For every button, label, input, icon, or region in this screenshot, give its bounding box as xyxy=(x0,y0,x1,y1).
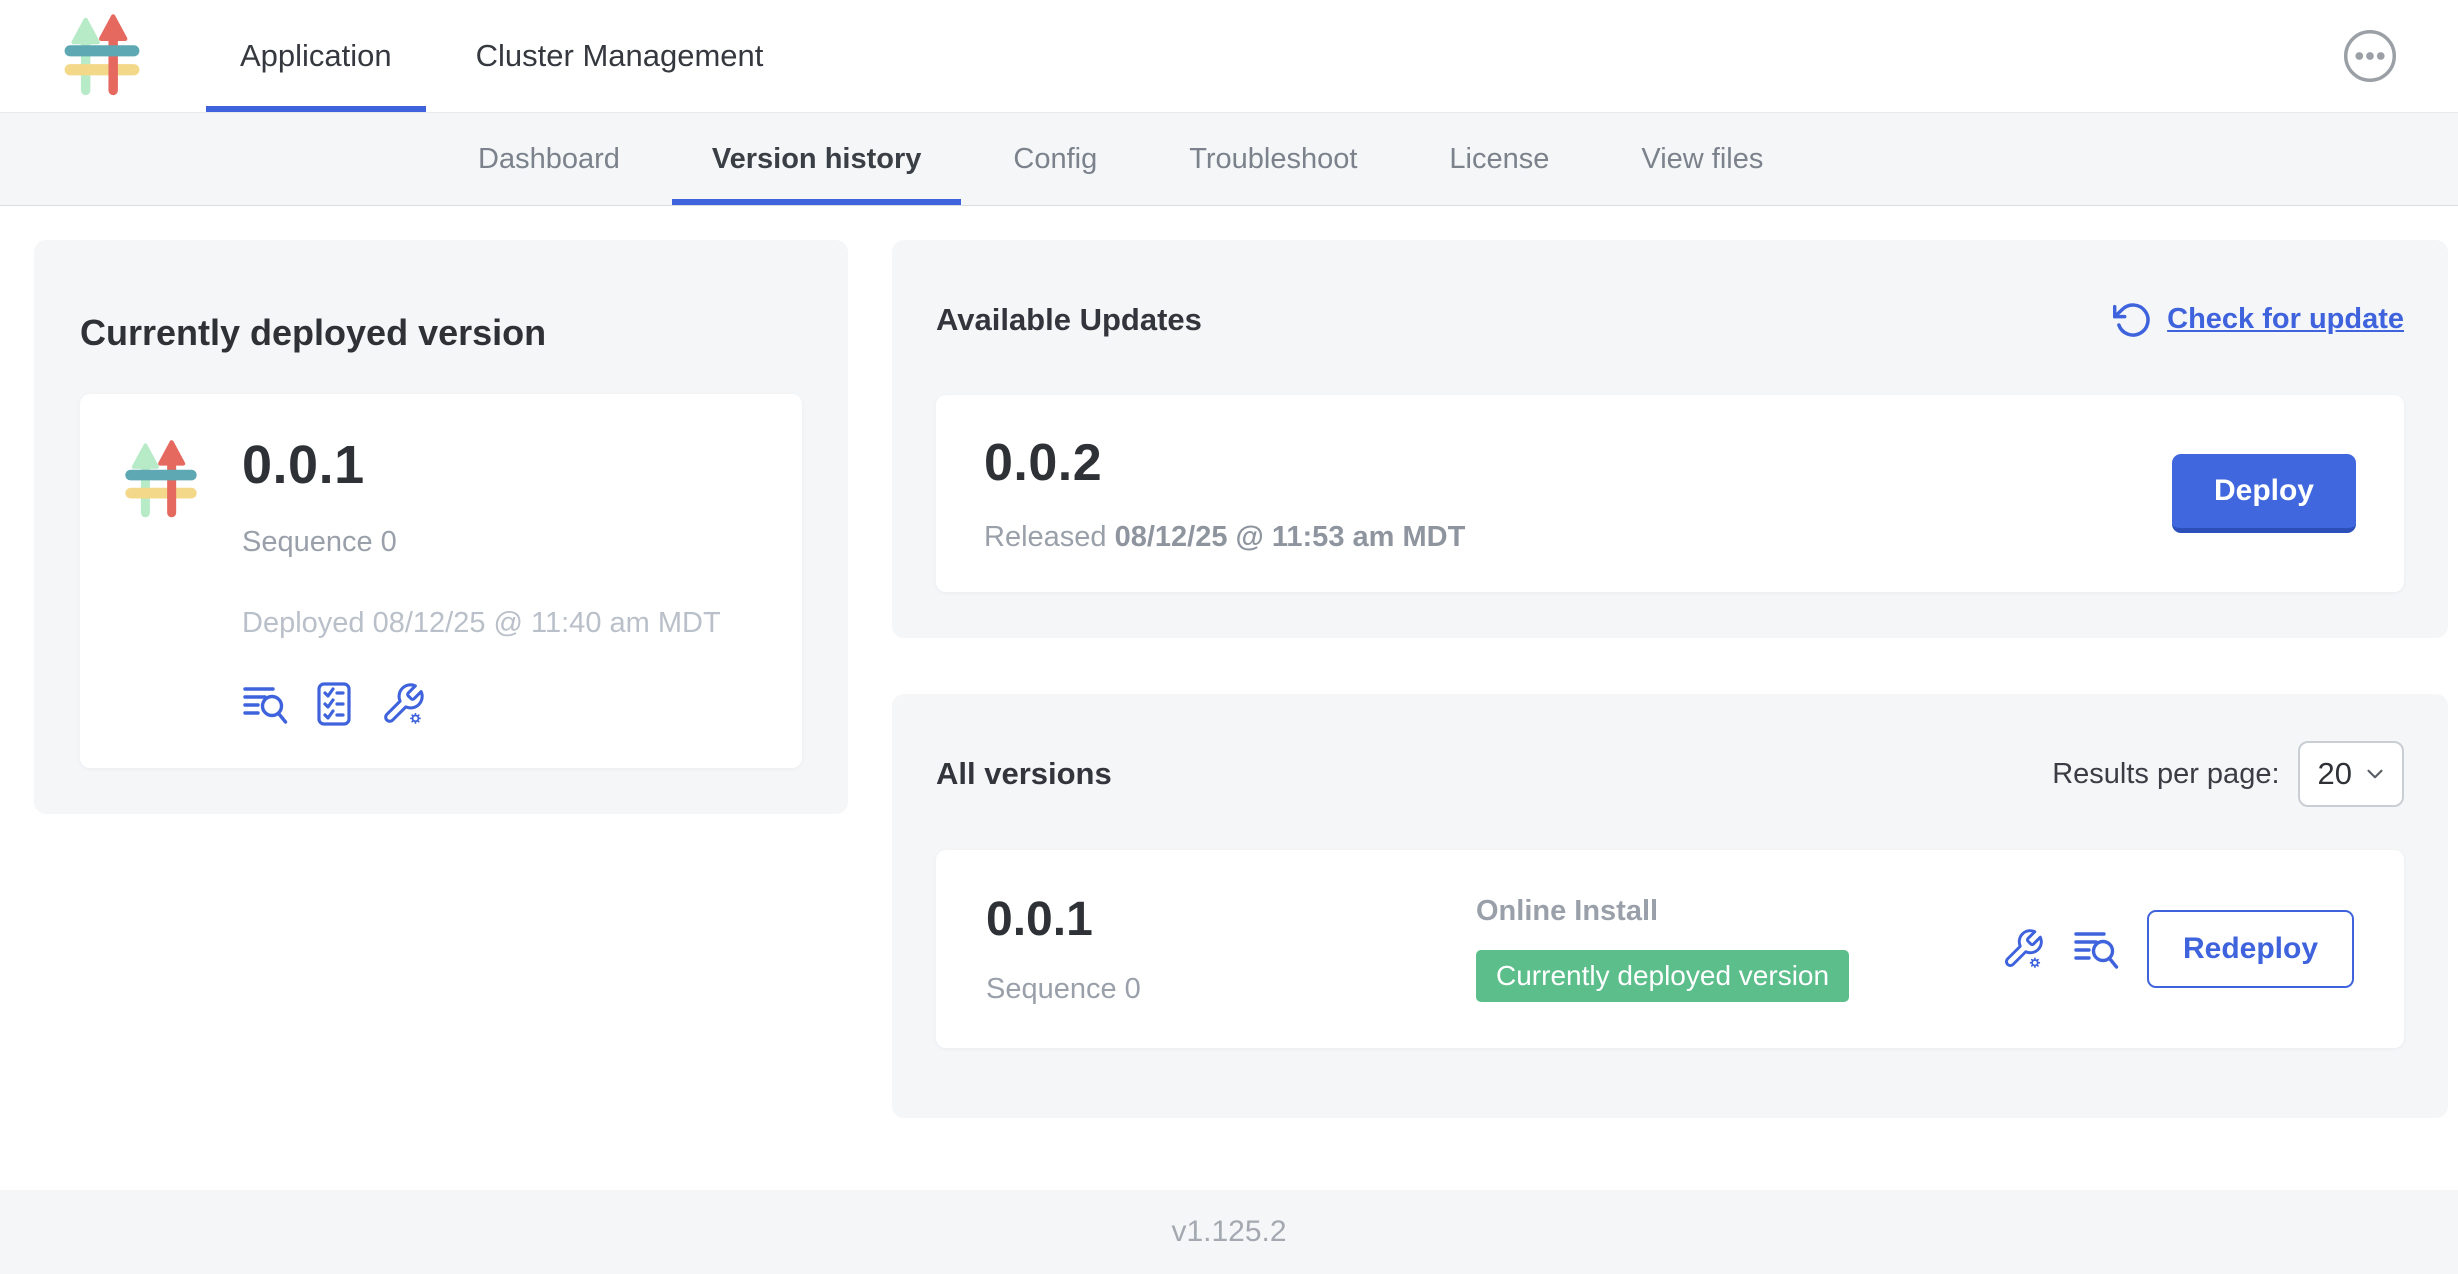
refresh-ccw-icon xyxy=(2113,300,2153,340)
update-released-timestamp: Released 08/12/25 @ 11:53 am MDT xyxy=(984,521,1465,554)
available-updates-title: Available Updates xyxy=(936,302,1202,338)
row-view-logs-button[interactable] xyxy=(2073,927,2119,971)
subnav-tab-version-history[interactable]: Version history xyxy=(666,113,968,205)
app-logo[interactable] xyxy=(58,0,146,112)
currently-deployed-card: Currently deployed version 0.0.1 Sequenc… xyxy=(34,240,848,814)
all-versions-card: All versions Results per page: 20 xyxy=(892,694,2448,1117)
view-logs-button[interactable] xyxy=(242,682,288,726)
row-sequence: Sequence 0 xyxy=(986,973,1476,1006)
currently-deployed-title: Currently deployed version xyxy=(80,312,802,354)
ellipsis-icon xyxy=(2342,72,2398,87)
check-for-update-label: Check for update xyxy=(2167,303,2404,336)
top-nav-tabs: Application Cluster Management xyxy=(198,0,805,112)
preflight-checks-button[interactable] xyxy=(312,680,356,728)
app-sub-nav: Dashboard Version history Config Trouble… xyxy=(0,113,2458,206)
row-install-type: Online Install xyxy=(1476,895,2001,928)
tab-application[interactable]: Application xyxy=(198,0,434,112)
wrench-gear-icon xyxy=(2001,959,2045,974)
row-version-number: 0.0.1 xyxy=(986,892,1476,947)
deployed-timestamp: Deployed 08/12/25 @ 11:40 am MDT xyxy=(242,607,721,640)
more-menu-button[interactable] xyxy=(2342,28,2398,84)
redeploy-button[interactable]: Redeploy xyxy=(2147,910,2354,988)
results-per-page-value: 20 xyxy=(2318,756,2352,792)
currently-deployed-badge: Currently deployed version xyxy=(1476,950,1849,1002)
released-label: Released xyxy=(984,521,1107,553)
deployed-version-panel: 0.0.1 Sequence 0 Deployed 08/12/25 @ 11:… xyxy=(80,394,802,768)
available-updates-card: Available Updates Check for update 0.0.2 xyxy=(892,240,2448,638)
check-for-update-link[interactable]: Check for update xyxy=(2113,300,2404,340)
wrench-gear-icon xyxy=(380,715,426,730)
app-logo-arrows-icon xyxy=(120,430,202,728)
released-date: 08/12/25 @ 11:53 am MDT xyxy=(1115,521,1466,553)
checklist-icon xyxy=(312,716,356,731)
log-lines-magnifier-icon xyxy=(2073,959,2119,974)
subnav-tab-view-files[interactable]: View files xyxy=(1595,113,1809,205)
deploy-button[interactable]: Deploy xyxy=(2172,454,2356,533)
results-per-page-select[interactable]: 20 xyxy=(2298,741,2404,807)
all-versions-title: All versions xyxy=(936,756,1112,792)
top-nav: Application Cluster Management xyxy=(0,0,2458,113)
subnav-tab-config[interactable]: Config xyxy=(967,113,1143,205)
row-edit-config-button[interactable] xyxy=(2001,927,2045,971)
tab-cluster-management[interactable]: Cluster Management xyxy=(434,0,806,112)
version-row: 0.0.1 Sequence 0 Online Install Currentl… xyxy=(936,850,2404,1048)
deployed-version-number: 0.0.1 xyxy=(242,434,721,496)
deployed-sequence: Sequence 0 xyxy=(242,526,721,559)
app-logo-arrows-icon xyxy=(58,13,146,99)
chevron-down-icon xyxy=(2362,761,2388,787)
edit-config-button[interactable] xyxy=(380,681,426,727)
log-lines-magnifier-icon xyxy=(242,714,288,729)
update-row: 0.0.2 Released 08/12/25 @ 11:53 am MDT D… xyxy=(936,395,2404,592)
subnav-tab-dashboard[interactable]: Dashboard xyxy=(432,113,666,205)
console-version: v1.125.2 xyxy=(1171,1215,1286,1249)
main-content: Currently deployed version 0.0.1 Sequenc… xyxy=(0,206,2458,1190)
subnav-tab-license[interactable]: License xyxy=(1403,113,1595,205)
results-per-page-label: Results per page: xyxy=(2052,758,2279,791)
update-version-number: 0.0.2 xyxy=(984,433,1465,493)
page-footer: v1.125.2 xyxy=(0,1190,2458,1274)
subnav-tab-troubleshoot[interactable]: Troubleshoot xyxy=(1143,113,1403,205)
